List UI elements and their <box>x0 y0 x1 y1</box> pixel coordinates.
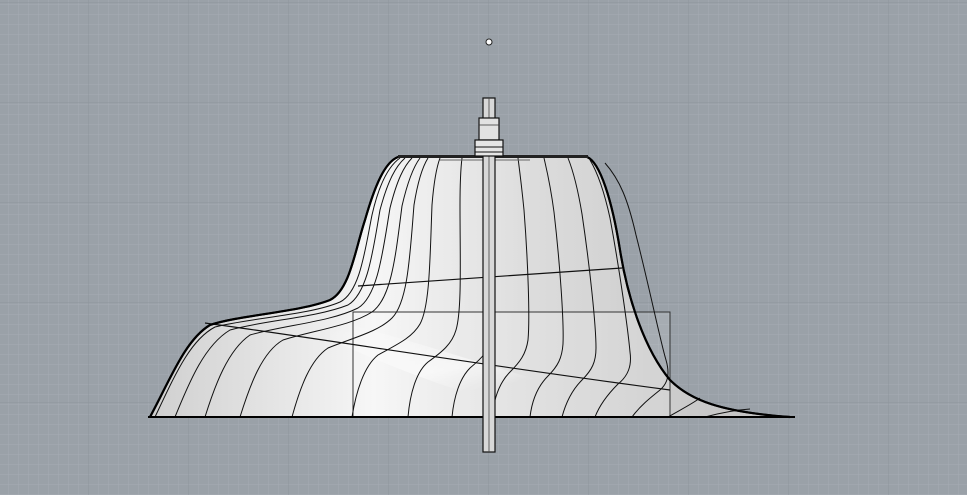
viewport-canvas[interactable] <box>0 0 967 495</box>
box-object[interactable] <box>352 311 671 418</box>
point-object[interactable] <box>485 38 493 46</box>
nut-fitting[interactable] <box>474 139 504 157</box>
front-viewport[interactable] <box>0 0 967 495</box>
socket-fitting[interactable] <box>478 117 500 141</box>
